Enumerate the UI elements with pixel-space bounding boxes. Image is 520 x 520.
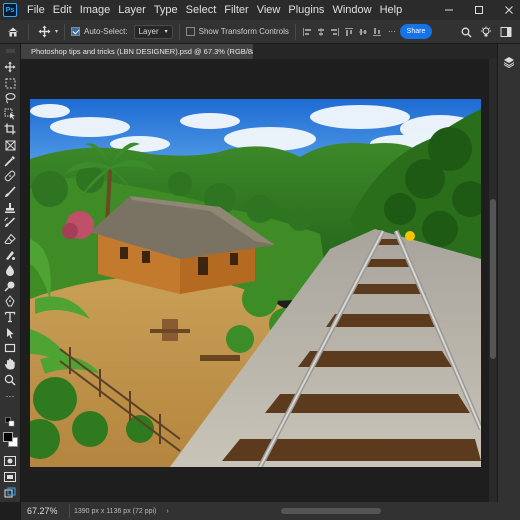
menu-view[interactable]: View [253, 4, 285, 16]
marquee-icon[interactable] [2, 76, 18, 90]
artboard-icon[interactable] [2, 486, 18, 500]
rectangle-icon[interactable] [2, 341, 18, 355]
canvas-area[interactable] [21, 59, 497, 502]
move-tool-icon[interactable] [35, 23, 53, 41]
menu-image[interactable]: Image [76, 4, 115, 16]
horizontal-scroll-thumb[interactable] [281, 508, 381, 514]
more-icon[interactable]: ··· [2, 389, 18, 403]
chevron-down-icon: ▾ [164, 29, 168, 35]
minimize-icon[interactable] [444, 5, 454, 15]
document-image[interactable] [30, 99, 481, 467]
vertical-scroll-thumb[interactable] [490, 199, 496, 359]
menu-file[interactable]: File [23, 4, 49, 16]
healing-icon[interactable] [2, 169, 18, 183]
maximize-icon[interactable] [474, 5, 484, 15]
document-tab-bar: Photoshop tips and tricks (LBN DESIGNER)… [21, 44, 497, 59]
frame-icon[interactable] [2, 138, 18, 152]
hand-icon[interactable] [2, 357, 18, 371]
auto-select-label: Auto-Select: [84, 27, 128, 36]
gradient-icon[interactable] [2, 248, 18, 262]
transform-controls-label: Show Transform Controls [198, 27, 289, 36]
separator [178, 23, 180, 40]
align-left-icon[interactable] [302, 27, 312, 37]
layer-select[interactable]: Layer ▾ [133, 24, 173, 39]
landscape-photo [30, 99, 481, 467]
layer-select-value: Layer [138, 27, 159, 36]
home-icon[interactable] [4, 23, 22, 41]
quick-mask-icon[interactable] [2, 454, 18, 468]
zoom-level[interactable]: 67.27% [27, 506, 58, 516]
menu-edit[interactable]: Edit [49, 4, 76, 16]
eyedropper-icon[interactable] [2, 154, 18, 168]
foreground-color-swatch[interactable] [3, 432, 13, 442]
align-right-icon[interactable] [330, 27, 340, 37]
document-info[interactable]: 1390 px x 1136 px (72 ppi) [74, 508, 156, 515]
lasso-icon[interactable] [2, 91, 18, 105]
align-center-icon[interactable] [316, 27, 326, 37]
options-bar: ▾ Auto-Select: Layer ▾ Show Transform Co… [0, 20, 520, 44]
brush-icon[interactable] [2, 185, 18, 199]
object-select-icon[interactable] [2, 107, 18, 121]
vertical-scrollbar[interactable] [489, 59, 497, 502]
default-colors-icon[interactable] [2, 415, 18, 429]
transform-controls-checkbox[interactable] [185, 27, 195, 36]
dropdown-arrow-icon[interactable]: ▾ [55, 28, 58, 35]
status-menu-arrow-icon[interactable]: › [166, 508, 168, 515]
tools-panel: ··· [0, 44, 21, 502]
menu-window[interactable]: Window [328, 4, 375, 16]
pen-icon[interactable] [2, 294, 18, 308]
close-icon[interactable] [504, 5, 514, 15]
align-bottom-icon[interactable] [372, 27, 382, 37]
separator [64, 23, 66, 40]
crop-icon[interactable] [2, 122, 18, 136]
separator [294, 23, 296, 40]
screen-mode-icon[interactable] [2, 470, 18, 484]
stamp-icon[interactable] [2, 201, 18, 215]
align-middle-icon[interactable] [358, 27, 368, 37]
menu-layer[interactable]: Layer [114, 4, 150, 16]
panel-grip-icon [6, 49, 15, 53]
share-button[interactable]: Share [400, 24, 432, 39]
align-top-icon[interactable] [344, 27, 354, 37]
blur-icon[interactable] [2, 263, 18, 277]
right-panel-dock [497, 44, 520, 502]
more-options-icon[interactable]: ··· [388, 27, 396, 36]
history-brush-icon[interactable] [2, 216, 18, 230]
move-icon[interactable] [2, 60, 18, 74]
zoom-icon[interactable] [2, 373, 18, 387]
menu-bar: Ps File Edit Image Layer Type Select Fil… [0, 0, 520, 20]
menu-type[interactable]: Type [150, 4, 182, 16]
workspace-icon[interactable] [498, 24, 514, 40]
menu-filter[interactable]: Filter [220, 4, 252, 16]
menu-plugins[interactable]: Plugins [284, 4, 328, 16]
separator [28, 23, 29, 40]
menu-select[interactable]: Select [182, 4, 221, 16]
photoshop-logo: Ps [3, 3, 17, 17]
eraser-icon[interactable] [2, 232, 18, 246]
menu-help[interactable]: Help [376, 4, 407, 16]
type-icon[interactable] [2, 310, 18, 324]
dodge-icon[interactable] [2, 279, 18, 293]
status-bar: 67.27% 1390 px x 1136 px (72 ppi) › [21, 502, 520, 520]
auto-select-checkbox[interactable] [71, 27, 81, 36]
layers-panel-icon[interactable] [503, 56, 515, 71]
document-tab[interactable]: Photoshop tips and tricks (LBN DESIGNER)… [21, 44, 253, 59]
window-controls [444, 0, 514, 20]
learn-icon[interactable] [478, 24, 494, 40]
separator [69, 504, 70, 518]
search-icon[interactable] [458, 24, 474, 40]
path-select-icon[interactable] [2, 326, 18, 340]
